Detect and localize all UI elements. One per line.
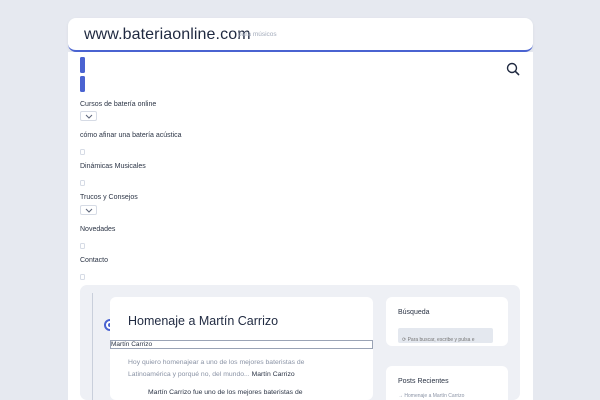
menu-home-button[interactable] bbox=[80, 76, 85, 92]
recent-posts-widget: Posts Recientes → Homenaje a Martín Carr… bbox=[386, 366, 508, 400]
menu-toggle-button[interactable] bbox=[80, 57, 85, 73]
main-area: Homenaje a Martín Carrizo Martín Carrizo… bbox=[80, 285, 520, 400]
submenu-toggle-trucos[interactable] bbox=[80, 205, 97, 215]
menu-item-marker bbox=[80, 149, 85, 155]
timeline-line bbox=[92, 293, 93, 400]
menu-item-cursos[interactable]: Cursos de batería online bbox=[80, 101, 156, 108]
site-tagline: para músicos bbox=[238, 31, 277, 38]
search-field[interactable] bbox=[398, 328, 493, 348]
search-widget: Búsqueda bbox=[386, 297, 508, 348]
site-header: www.bateriaonline.com para músicos bbox=[68, 18, 533, 52]
search-input[interactable] bbox=[398, 332, 493, 348]
post-lead-text: Martín Carrizo fue uno de los mejores ba… bbox=[148, 389, 303, 396]
post-title[interactable]: Homenaje a Martín Carrizo bbox=[128, 314, 278, 328]
menu-item-marker bbox=[80, 243, 85, 249]
menu-item-trucos[interactable]: Trucos y Consejos bbox=[80, 194, 138, 201]
submenu-toggle-cursos[interactable] bbox=[80, 111, 97, 121]
search-widget-title: Búsqueda bbox=[398, 309, 430, 316]
post-author[interactable]: Martín Carrizo bbox=[111, 341, 152, 348]
post-excerpt: Hoy quiero homenajear a uno de los mejor… bbox=[128, 357, 328, 381]
recent-posts-title: Posts Recientes bbox=[398, 378, 449, 385]
search-icon bbox=[506, 62, 520, 76]
site-title[interactable]: www.bateriaonline.com bbox=[84, 26, 251, 44]
menu-item-contacto[interactable]: Contacto bbox=[80, 257, 108, 264]
search-button[interactable] bbox=[506, 62, 520, 76]
menu-item-novedades[interactable]: Novedades bbox=[80, 226, 115, 233]
menu-item-marker bbox=[80, 274, 85, 280]
menu-item-afinar[interactable]: cómo afinar una batería acústica bbox=[80, 132, 182, 139]
recent-post-link[interactable]: → Homenaje a Martín Carrizo bbox=[398, 393, 464, 399]
chevron-down-icon bbox=[85, 208, 93, 213]
post-card: Homenaje a Martín Carrizo Martín Carrizo… bbox=[110, 297, 373, 400]
chevron-down-icon bbox=[85, 114, 93, 119]
menu-item-dinamicas[interactable]: Dinámicas Musicales bbox=[80, 163, 146, 170]
menu-item-marker bbox=[80, 180, 85, 186]
page-content: Cursos de batería online cómo afinar una… bbox=[68, 52, 533, 400]
post-author-box: Martín Carrizo bbox=[110, 340, 373, 349]
post-read-more-link[interactable]: Martín Carrizo bbox=[252, 371, 295, 378]
